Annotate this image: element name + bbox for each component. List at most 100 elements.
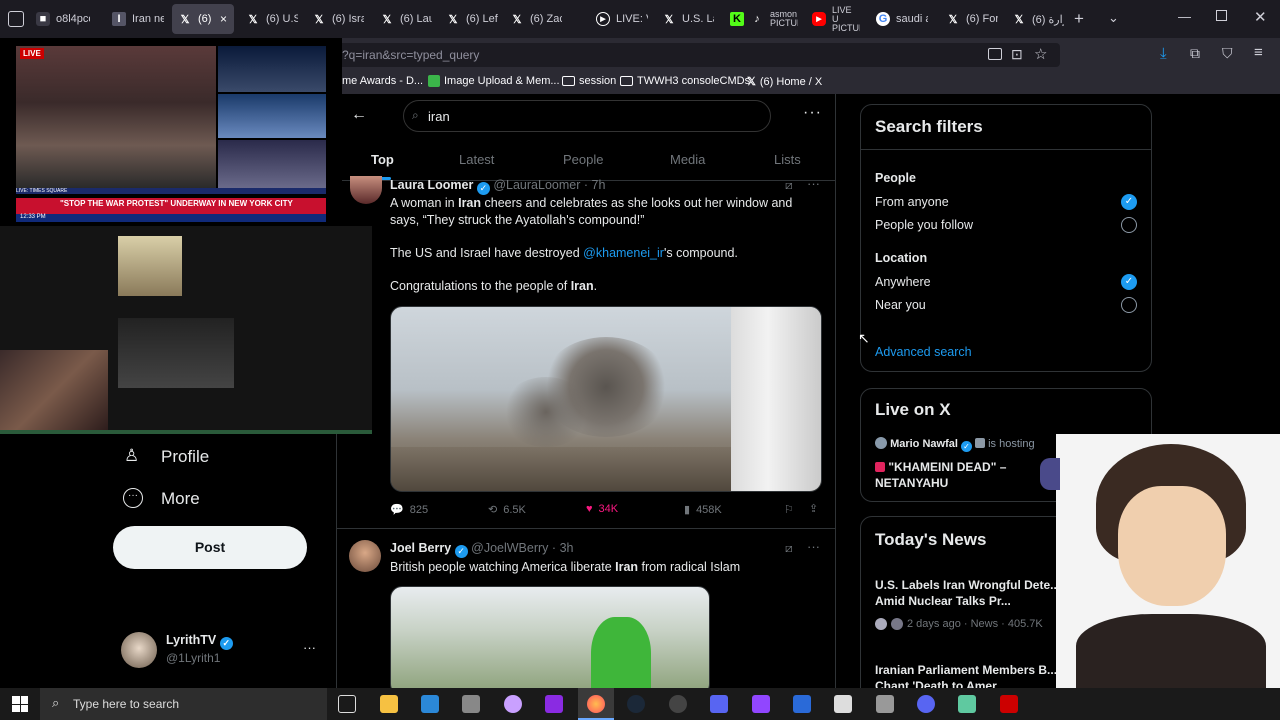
nav-more[interactable]: More	[161, 489, 200, 509]
downloads-icon[interactable]: ⤓	[1160, 45, 1167, 62]
sidebar-toggle-icon[interactable]	[8, 11, 24, 27]
app-icon[interactable]	[421, 695, 439, 713]
tab-top[interactable]: Top	[371, 152, 394, 167]
share-icon[interactable]: ⇪	[809, 502, 818, 515]
bookmark-item[interactable]: Image Upload & Mem...	[428, 75, 560, 87]
avatar[interactable]	[121, 632, 157, 668]
bookmark-item[interactable]: 𝕏 (6) Home / X	[747, 75, 822, 89]
back-arrow-icon[interactable]: ←	[351, 106, 367, 124]
tweet-time[interactable]: 3h	[560, 541, 574, 555]
tab-people[interactable]: People	[563, 152, 603, 167]
like-button[interactable]: ♥ 34K	[586, 503, 618, 515]
tab-9[interactable]: 𝕏 U.S. La	[656, 4, 720, 34]
grok-icon[interactable]: ⧄	[785, 541, 793, 556]
close-tab-icon[interactable]: ×	[220, 12, 227, 26]
author-name[interactable]: Joel Berry	[390, 541, 451, 555]
checkmark-icon[interactable]: ✓	[1121, 274, 1137, 290]
app-icon[interactable]	[876, 695, 894, 713]
app-icon[interactable]	[958, 695, 976, 713]
close-window-icon[interactable]: ✕	[1254, 8, 1267, 26]
app-icon[interactable]	[793, 695, 811, 713]
tab-14[interactable]: 𝕏 (6) وزارة	[1006, 4, 1070, 34]
url-input[interactable]: ?q=iran&src=typed_query	[330, 43, 1060, 67]
file-explorer-icon[interactable]	[380, 695, 398, 713]
tweet-more-icon[interactable]: ···	[807, 539, 820, 554]
app-icon[interactable]	[710, 695, 728, 713]
twitch-icon[interactable]	[752, 695, 770, 713]
bookmark-item[interactable]: me Awards - D...	[342, 75, 423, 87]
app-icon[interactable]	[462, 695, 480, 713]
post-button[interactable]: Post	[113, 526, 307, 569]
firefox-taskbar-button[interactable]	[578, 688, 614, 720]
from-anyone-label[interactable]: From anyone	[875, 195, 949, 209]
new-tab-icon[interactable]: +	[1074, 9, 1084, 29]
tab-12[interactable]: G saudi a	[870, 4, 934, 34]
reply-button[interactable]: 💬 825	[390, 503, 428, 517]
advanced-search-link[interactable]: Advanced search	[875, 345, 972, 359]
tab-8[interactable]: ▶ LIVE: V	[590, 4, 654, 34]
bookmark-item[interactable]: session	[562, 75, 616, 87]
bookmark-icon[interactable]: ⚐	[784, 503, 794, 516]
tab-4[interactable]: 𝕏 (6) Isra	[306, 4, 370, 34]
radio-button[interactable]	[1121, 297, 1137, 313]
tab-0[interactable]: ■ o8l4pcon4	[30, 4, 98, 34]
author-name[interactable]: Laura Loomer	[390, 178, 473, 192]
vpn-icon[interactable]	[545, 695, 563, 713]
mention-link[interactable]: @khamenei_ir	[583, 246, 664, 260]
save-to-pocket-icon[interactable]: ⊡	[1011, 46, 1023, 63]
author-handle[interactable]: @JoelWBerry	[471, 541, 548, 555]
windows-start-icon[interactable]	[12, 696, 28, 712]
reader-view-icon[interactable]	[988, 48, 1002, 60]
search-input[interactable]: ⌕ iran	[403, 100, 771, 132]
more-options-icon[interactable]: ···	[803, 104, 822, 122]
bookmark-star-icon[interactable]: ☆	[1034, 45, 1047, 63]
tab-media[interactable]: Media	[670, 152, 705, 167]
account-menu-icon[interactable]: ···	[303, 640, 316, 655]
minimize-icon[interactable]: —	[1178, 9, 1191, 24]
tab-latest[interactable]: Latest	[459, 152, 494, 167]
tweet-video[interactable]	[390, 586, 710, 688]
discord-icon[interactable]	[917, 695, 935, 713]
taskbar-search-box[interactable]: ⌕ Type here to search	[40, 688, 327, 720]
anywhere-label[interactable]: Anywhere	[875, 275, 931, 289]
tab-13[interactable]: 𝕏 (6) For	[940, 4, 1004, 34]
tab-10[interactable]: K ♪ asmon PICTURE	[724, 4, 804, 34]
space-host-row[interactable]: Mario Nawfal ✓ is hosting	[875, 437, 1035, 452]
avatar[interactable]	[349, 540, 381, 572]
tab-lists[interactable]: Lists	[774, 152, 801, 167]
tab-2[interactable]: 𝕏 (6) I ×	[172, 4, 234, 34]
repost-button[interactable]: ⟲ 6.5K	[488, 503, 526, 517]
chevron-down-icon[interactable]: ⌄	[1108, 10, 1119, 26]
author-handle[interactable]: @LauraLoomer	[493, 178, 580, 192]
extensions-icon[interactable]: ⧉	[1190, 45, 1200, 62]
avatar[interactable]	[350, 176, 382, 204]
tab-1[interactable]: I Iran ne	[106, 4, 170, 34]
account-name-row[interactable]: LyrithTV ✓	[166, 633, 233, 650]
tab-7[interactable]: 𝕏 (6) Zac	[504, 4, 568, 34]
tab-3[interactable]: 𝕏 (6) U.S.	[240, 4, 304, 34]
checkmark-icon[interactable]: ✓	[1121, 194, 1137, 210]
tweet-time[interactable]: 7h	[592, 178, 606, 192]
radio-button[interactable]	[1121, 217, 1137, 233]
tab-11[interactable]: ▶ LIVE U PICTURE	[806, 4, 866, 34]
near-you-label[interactable]: Near you	[875, 298, 926, 312]
nav-profile[interactable]: Profile	[161, 447, 209, 467]
obs-icon[interactable]	[669, 695, 687, 713]
tab-6[interactable]: 𝕏 (6) Left	[440, 4, 504, 34]
shield-icon[interactable]: ⛉	[1222, 45, 1233, 62]
app-icon[interactable]	[504, 695, 522, 713]
task-view-icon[interactable]	[338, 695, 356, 713]
grok-icon[interactable]: ⧄	[785, 178, 793, 193]
maximize-icon[interactable]	[1216, 10, 1227, 21]
menu-icon[interactable]: ≡	[1254, 44, 1263, 61]
steam-icon[interactable]	[627, 695, 645, 713]
bookmark-item[interactable]: TWWH3 consoleCMDs	[620, 75, 750, 87]
views-button[interactable]: ▮ 458K	[684, 503, 722, 517]
tab-5[interactable]: 𝕏 (6) Lau	[374, 4, 438, 34]
tweet-more-icon[interactable]: ···	[807, 176, 820, 191]
tweet-video[interactable]	[390, 306, 822, 492]
people-you-follow-label[interactable]: People you follow	[875, 218, 973, 232]
app-icon[interactable]	[1000, 695, 1018, 713]
app-icon[interactable]	[834, 695, 852, 713]
space-title[interactable]: "KHAMEINI DEAD" – NETANYAHU	[875, 459, 1055, 491]
